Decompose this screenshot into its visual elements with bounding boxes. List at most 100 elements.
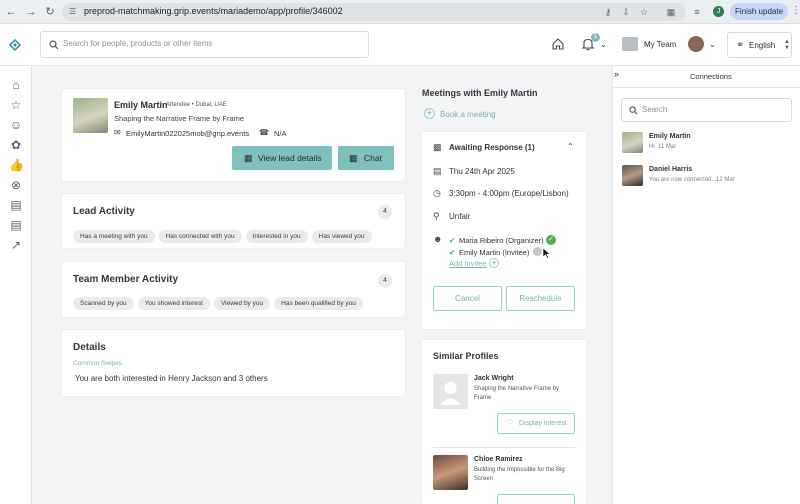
- list-icon[interactable]: ▤: [9, 218, 23, 232]
- search-input[interactable]: [63, 39, 353, 48]
- location-pin-icon: ⚲: [433, 211, 440, 221]
- reading-list-icon[interactable]: ≡: [690, 5, 704, 19]
- meeting-date: Thu 24th Apr 2025: [449, 167, 515, 176]
- star-icon[interactable]: ☆: [9, 98, 23, 112]
- team-activity-title: Team Member Activity: [73, 274, 179, 285]
- close-circle-icon[interactable]: ⊗: [9, 178, 23, 192]
- extensions-icon[interactable]: ▦: [664, 5, 678, 19]
- check-icon: ✔: [449, 236, 456, 245]
- add-circle-icon[interactable]: +: [424, 108, 435, 119]
- connection-avatar: [622, 165, 643, 186]
- my-team-label[interactable]: My Team: [644, 40, 676, 49]
- similar-name[interactable]: Chloe Ramirez: [474, 456, 523, 463]
- handshake-icon[interactable]: ✿: [9, 138, 23, 152]
- team-activity-count: 4: [378, 274, 392, 288]
- external-link-icon[interactable]: ↗: [9, 238, 23, 252]
- accepted-icon: ✓: [546, 235, 556, 245]
- similar-photo: [433, 455, 468, 490]
- connection-date: 11 Mar: [658, 144, 677, 150]
- heart-icon: ♡: [506, 418, 514, 427]
- view-lead-label: View lead details: [258, 153, 322, 163]
- language-selector[interactable]: ⚭ English ▲ ▼: [727, 32, 792, 58]
- connections-search-input[interactable]: [642, 105, 782, 114]
- meetings-title: Meetings with Emily Martin: [422, 88, 538, 98]
- chevron-down-icon[interactable]: ⌄: [600, 40, 607, 49]
- chat-button[interactable]: ▩ Chat: [338, 146, 394, 170]
- calendar-icon: ▤: [433, 166, 442, 176]
- activity-chip: Scanned by you: [73, 297, 134, 310]
- display-interest-button[interactable]: [497, 494, 575, 504]
- site-info-icon[interactable]: ☰: [69, 7, 78, 16]
- add-circle-icon[interactable]: +: [489, 258, 499, 268]
- attendees-icon: ☻: [433, 234, 443, 244]
- message-icon: ▩: [433, 142, 442, 152]
- phone-icon: ☎: [259, 128, 269, 137]
- book-meeting-link[interactable]: Book a meeting: [440, 110, 496, 119]
- install-icon[interactable]: ⇩: [619, 5, 633, 19]
- view-lead-details-button[interactable]: ▦ View lead details: [232, 146, 332, 170]
- activity-chip: Has viewed you: [311, 230, 372, 243]
- notification-badge: 1: [591, 33, 600, 42]
- activity-chip: You showed interest: [137, 297, 210, 310]
- pending-icon: [533, 247, 542, 256]
- connection-name: Emily Martin: [649, 133, 691, 140]
- global-search[interactable]: [40, 31, 369, 58]
- team-icon[interactable]: [622, 37, 638, 51]
- lead-card-icon: ▦: [244, 153, 253, 163]
- team-activity-chips: Scanned by you You showed interest Viewed …: [73, 297, 367, 310]
- search-icon: [49, 40, 59, 50]
- clock-icon: ◷: [433, 188, 441, 198]
- profile-phone: N/A: [274, 129, 287, 138]
- home-icon[interactable]: ⌂: [9, 78, 23, 92]
- profile-name: Emily Martin: [114, 100, 168, 110]
- forward-icon[interactable]: →: [24, 5, 38, 19]
- display-interest-label: Display interest: [519, 420, 567, 427]
- thumbs-up-icon[interactable]: 👍: [9, 158, 24, 172]
- chevron-up-icon[interactable]: ⌃: [567, 142, 574, 151]
- browser-menu-icon[interactable]: ⋮: [791, 5, 800, 16]
- similar-profiles-title: Similar Profiles: [433, 351, 499, 361]
- similar-name[interactable]: Jack Wright: [474, 375, 514, 382]
- connections-title: Connections: [690, 72, 732, 81]
- back-icon[interactable]: ←: [4, 5, 18, 19]
- chevron-down-icon[interactable]: ⌄: [709, 40, 716, 49]
- calendar-clock-icon[interactable]: ▤: [9, 198, 23, 212]
- bookmark-star-icon[interactable]: ☆: [637, 5, 651, 19]
- user-avatar[interactable]: [688, 36, 704, 52]
- attendee-invitee: Emily Martin (Invitee): [459, 248, 530, 257]
- language-label: English: [749, 41, 776, 50]
- placeholder-avatar-icon: [433, 374, 468, 409]
- chat-label: Chat: [364, 153, 382, 163]
- profile-photo: [73, 98, 108, 133]
- reload-icon[interactable]: ↻: [43, 5, 57, 19]
- connections-search[interactable]: [621, 98, 792, 122]
- url-text[interactable]: preprod-matchmaking.grip.events/mariadem…: [84, 6, 343, 16]
- profile-avatar[interactable]: J: [713, 6, 724, 17]
- profile-headline: Shaping the Narrative Frame by Frame: [114, 114, 245, 123]
- lead-activity-chips: Has a meeting with you Has connected with…: [73, 230, 376, 243]
- details-subtitle: Common Swipes: [73, 360, 123, 367]
- connection-preview: You are now connected...: [649, 177, 717, 183]
- divider: [612, 87, 800, 88]
- add-invitee-link[interactable]: Add Invitee: [449, 259, 487, 268]
- mouse-cursor-icon: [543, 248, 551, 259]
- collapse-panel-icon[interactable]: »: [614, 69, 619, 79]
- reschedule-button[interactable]: Reschedule: [506, 286, 575, 311]
- select-arrows-icon: ▲ ▼: [784, 39, 790, 51]
- activity-chip: Has connected with you: [158, 230, 242, 243]
- activity-chip: Has a meeting with you: [73, 230, 155, 243]
- cancel-meeting-button[interactable]: Cancel: [433, 286, 502, 311]
- lead-activity-count: 4: [378, 205, 392, 219]
- meeting-time: 3:30pm - 4:00pm (Europe/Lisbon): [449, 189, 569, 198]
- finish-update-button[interactable]: Finish update: [730, 3, 788, 20]
- connection-name: Daniel Harris: [649, 166, 693, 173]
- profile-email[interactable]: EmilyMartin022025mob@grip.events: [126, 129, 249, 138]
- grip-logo-icon[interactable]: [8, 38, 22, 52]
- display-interest-button[interactable]: ♡ Display interest: [497, 413, 575, 434]
- home-icon[interactable]: [551, 37, 565, 51]
- activity-chip: Has been qualified by you: [274, 297, 363, 310]
- profile-role-location: Attendee • Dubai, UAE: [166, 102, 227, 108]
- meeting-location: Unfair: [449, 212, 471, 221]
- key-icon[interactable]: ⚷: [601, 5, 615, 19]
- smiley-icon[interactable]: ☺: [9, 118, 23, 132]
